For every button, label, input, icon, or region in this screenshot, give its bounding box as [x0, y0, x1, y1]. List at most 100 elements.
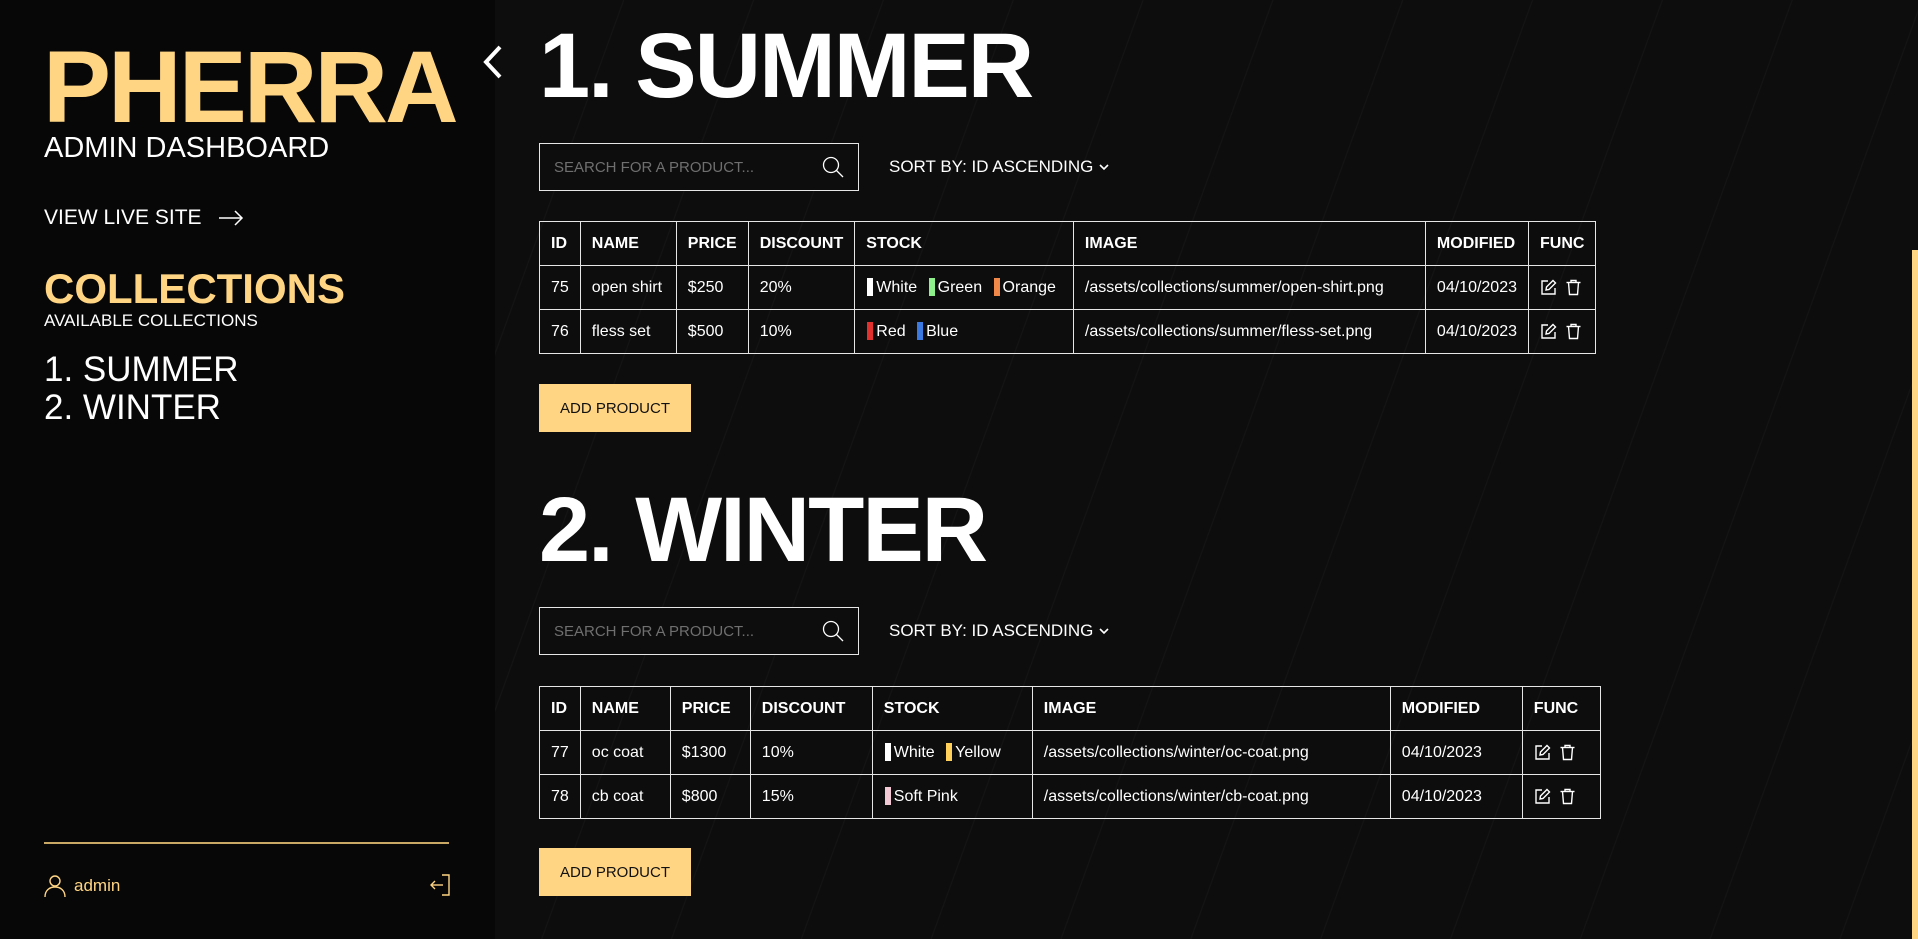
- cell-discount: 10%: [747, 309, 856, 354]
- edit-icon[interactable]: [1534, 788, 1551, 805]
- column-header-stock: STOCK: [854, 221, 1074, 266]
- cell-name: open shirt: [579, 265, 677, 310]
- search-icon[interactable]: [822, 156, 844, 178]
- cell-id: 76: [539, 309, 581, 354]
- cell-image-path: /assets/collections/summer/open-shirt.pn…: [1072, 265, 1426, 310]
- user-info: admin: [44, 874, 120, 898]
- trash-icon[interactable]: [1565, 279, 1582, 296]
- sidebar: PHERRA ADMIN DASHBOARD VIEW LIVE SITE CO…: [0, 0, 495, 939]
- color-swatch: [928, 278, 935, 297]
- column-header-stock: STOCK: [871, 686, 1033, 731]
- column-header-id: ID: [539, 221, 581, 266]
- cell-modified: 04/10/2023: [1389, 730, 1523, 775]
- edit-icon[interactable]: [1540, 323, 1557, 340]
- cell-id: 78: [539, 774, 581, 819]
- table-header-row: ID NAME PRICE DISCOUNT STOCK IMAGE MODIF…: [539, 221, 1597, 266]
- cell-func: [1521, 730, 1601, 775]
- search-input-summer[interactable]: [554, 158, 822, 176]
- sort-dropdown-summer[interactable]: SORT BY: ID ASCENDING: [889, 157, 1109, 177]
- collections-heading: COLLECTIONS: [44, 265, 345, 312]
- stock-item: Blue: [916, 322, 959, 341]
- cell-modified: 04/10/2023: [1424, 309, 1530, 354]
- section-title-summer: 1. SUMMER: [539, 15, 1034, 117]
- arrow-right-icon: [218, 210, 243, 226]
- trash-icon[interactable]: [1559, 744, 1576, 761]
- stock-color-label: Yellow: [955, 743, 1001, 761]
- search-box-winter[interactable]: [539, 607, 859, 655]
- table-row: 77 oc coat $1300 10% White Yellow /asset…: [539, 730, 1601, 775]
- sort-dropdown-winter[interactable]: SORT BY: ID ASCENDING: [889, 621, 1109, 641]
- column-header-name: NAME: [579, 686, 671, 731]
- stock-color-label: Red: [876, 322, 906, 340]
- search-icon[interactable]: [822, 620, 844, 642]
- column-header-discount: DISCOUNT: [747, 221, 856, 266]
- collapse-sidebar-icon[interactable]: [480, 44, 506, 80]
- cell-name: cb coat: [579, 774, 671, 819]
- collection-item-winter[interactable]: 2. WINTER: [44, 389, 238, 427]
- cell-price: $1300: [669, 730, 751, 775]
- table-row: 78 cb coat $800 15% Soft Pink /assets/co…: [539, 774, 1601, 819]
- chevron-down-icon: [1099, 628, 1109, 635]
- collections-list: 1. SUMMER 2. WINTER: [44, 351, 238, 427]
- trash-icon[interactable]: [1559, 788, 1576, 805]
- cell-name: fless set: [579, 309, 677, 354]
- table-row: 75 open shirt $250 20% White Green Orang…: [539, 265, 1597, 310]
- stock-item: White: [866, 278, 918, 297]
- cell-price: $500: [675, 309, 749, 354]
- color-swatch: [993, 278, 1000, 297]
- username: admin: [74, 876, 121, 895]
- cell-image-path: /assets/collections/winter/cb-coat.png: [1031, 774, 1391, 819]
- trash-icon[interactable]: [1565, 323, 1582, 340]
- column-header-name: NAME: [579, 221, 677, 266]
- products-table-winter: ID NAME PRICE DISCOUNT STOCK IMAGE MODIF…: [539, 686, 1601, 819]
- scrollbar-thumb[interactable]: [1912, 250, 1918, 939]
- stock-color-label: Green: [937, 278, 983, 296]
- color-swatch: [867, 322, 874, 341]
- stock-item: Soft Pink: [884, 787, 958, 806]
- add-product-button-winter[interactable]: ADD PRODUCT: [539, 848, 691, 896]
- color-swatch: [884, 743, 891, 762]
- collection-item-summer[interactable]: 1. SUMMER: [44, 351, 238, 389]
- column-header-price: PRICE: [675, 221, 749, 266]
- search-box-summer[interactable]: [539, 143, 859, 191]
- products-table-summer: ID NAME PRICE DISCOUNT STOCK IMAGE MODIF…: [539, 221, 1597, 354]
- stock-color-label: Orange: [1002, 278, 1056, 296]
- column-header-modified: MODIFIED: [1389, 686, 1523, 731]
- chevron-down-icon: [1099, 164, 1109, 171]
- edit-icon[interactable]: [1540, 279, 1557, 296]
- stock-item: White: [884, 743, 935, 762]
- section-title-winter: 2. WINTER: [539, 479, 988, 581]
- stock-color-label: Soft Pink: [893, 787, 958, 805]
- cell-modified: 04/10/2023: [1424, 265, 1530, 310]
- color-swatch: [867, 278, 874, 297]
- edit-icon[interactable]: [1534, 744, 1551, 761]
- stock-item: Orange: [993, 278, 1056, 297]
- sidebar-divider: [44, 842, 449, 844]
- add-product-button-summer[interactable]: ADD PRODUCT: [539, 384, 691, 432]
- stock-color-label: White: [876, 278, 918, 296]
- cell-modified: 04/10/2023: [1389, 774, 1523, 819]
- cell-price: $800: [669, 774, 751, 819]
- column-header-modified: MODIFIED: [1424, 221, 1530, 266]
- stock-color-label: White: [893, 743, 935, 761]
- sort-label: SORT BY: ID ASCENDING: [889, 621, 1094, 640]
- cell-name: oc coat: [579, 730, 671, 775]
- user-icon: [44, 875, 66, 898]
- cell-stock: White Green Orange: [854, 265, 1074, 310]
- column-header-func: FUNC: [1521, 686, 1601, 731]
- stock-item: Red: [866, 322, 906, 341]
- stock-item: Green: [928, 278, 983, 297]
- stock-color-label: Blue: [926, 322, 959, 340]
- view-live-site-link[interactable]: VIEW LIVE SITE: [44, 206, 244, 230]
- cell-discount: 10%: [749, 730, 873, 775]
- search-input-winter[interactable]: [554, 622, 822, 640]
- column-header-image: IMAGE: [1031, 686, 1391, 731]
- logout-icon[interactable]: [430, 874, 450, 896]
- column-header-id: ID: [539, 686, 581, 731]
- cell-image-path: /assets/collections/winter/oc-coat.png: [1031, 730, 1391, 775]
- cell-id: 77: [539, 730, 581, 775]
- sort-label: SORT BY: ID ASCENDING: [889, 157, 1094, 176]
- color-swatch: [917, 322, 924, 341]
- table-row: 76 fless set $500 10% Red Blue /assets/c…: [539, 309, 1597, 354]
- view-live-site-label: VIEW LIVE SITE: [44, 206, 202, 229]
